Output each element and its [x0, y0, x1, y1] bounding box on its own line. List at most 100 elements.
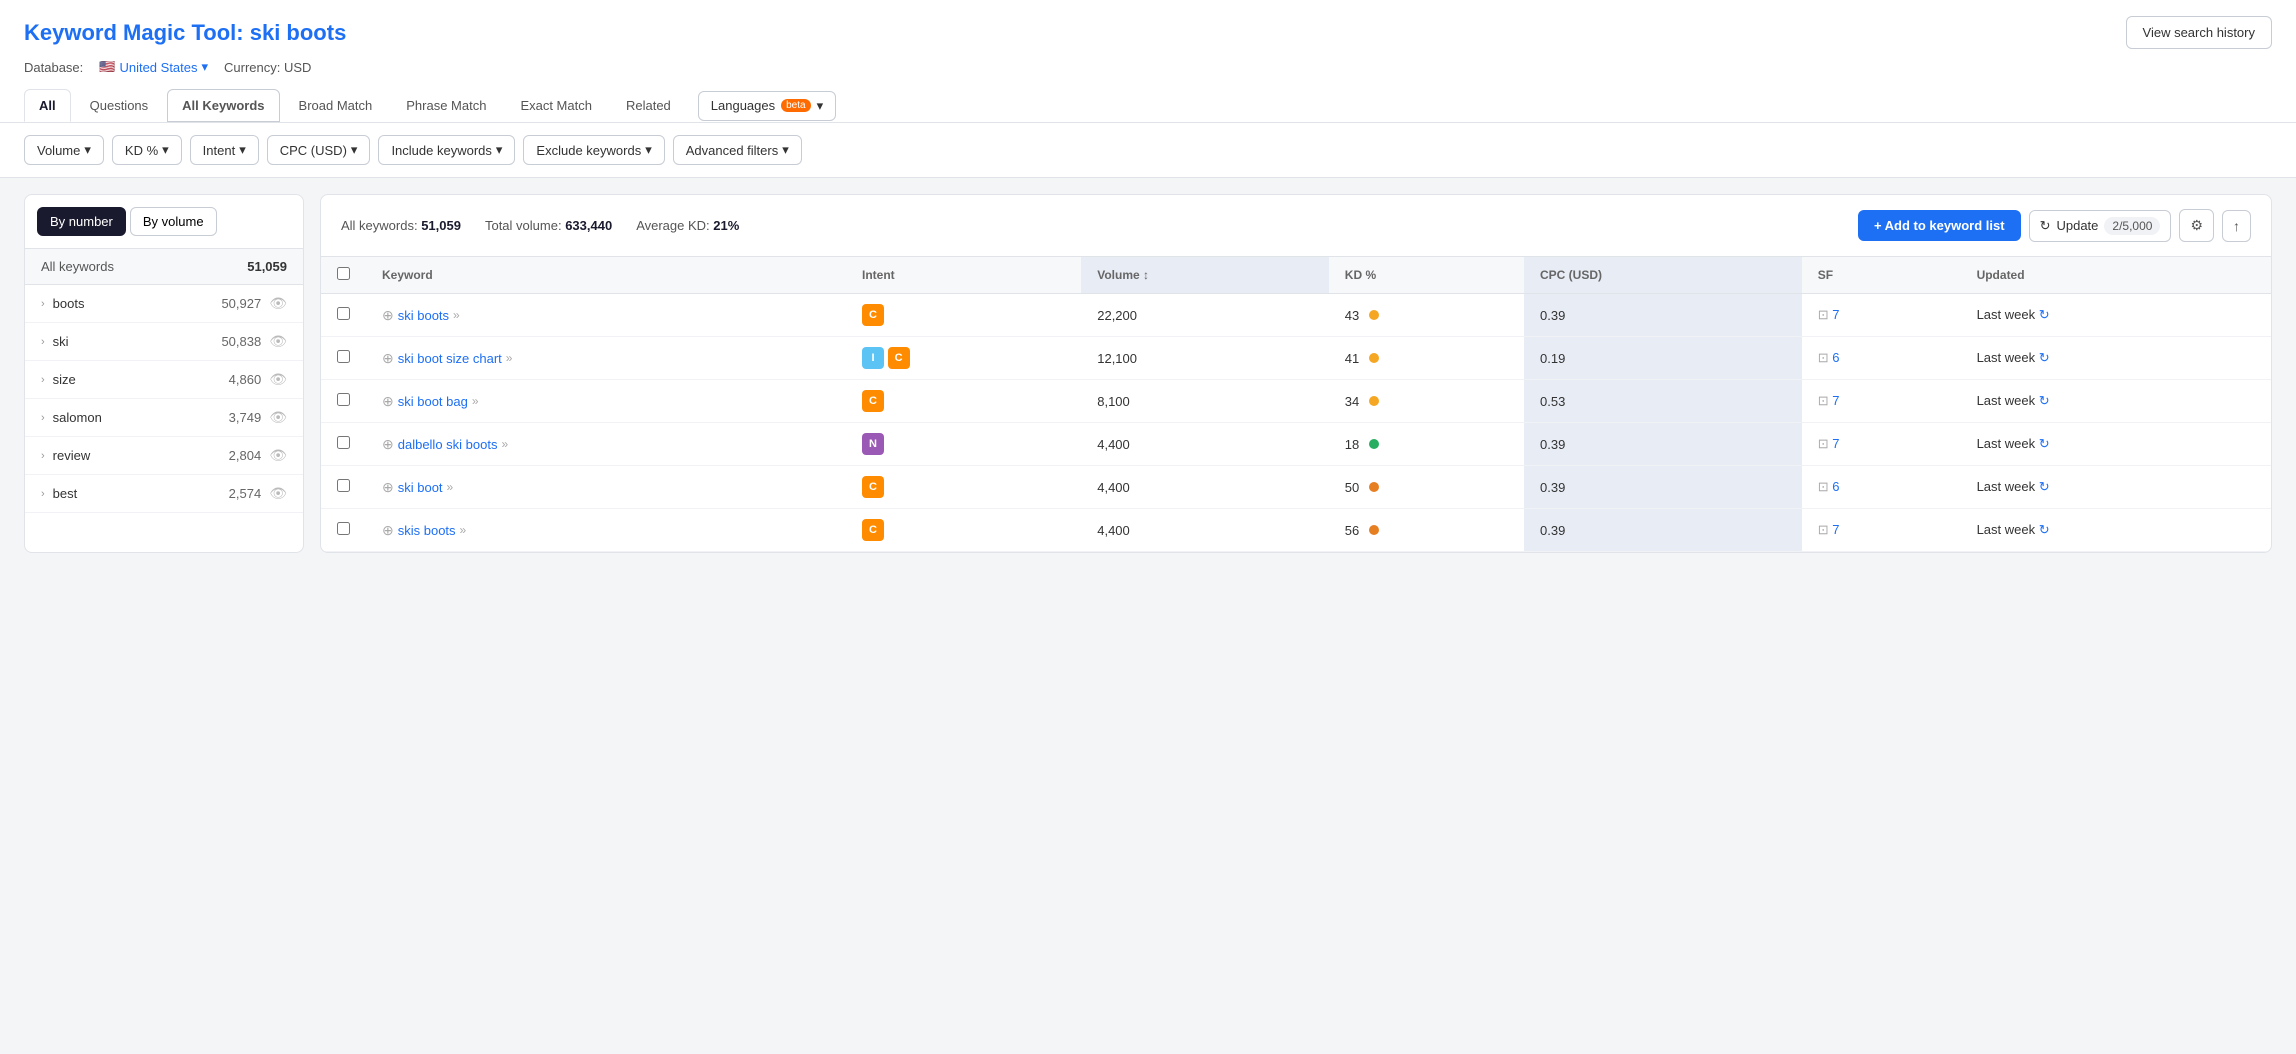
sf-column-header[interactable]: SF — [1802, 257, 1961, 294]
arrow-icon: » — [472, 394, 479, 408]
serp-icon[interactable]: ⊡ — [1818, 522, 1829, 537]
select-all-checkbox[interactable] — [337, 267, 350, 280]
currency-label: Currency: USD — [224, 60, 311, 75]
update-button[interactable]: ↻ Update 2/5,000 — [2029, 210, 2172, 242]
include-keywords-filter[interactable]: Include keywords ▾ — [378, 135, 515, 165]
sf-link[interactable]: 6 — [1832, 479, 1839, 494]
advanced-filters-button[interactable]: Advanced filters ▾ — [673, 135, 802, 165]
refresh-icon[interactable]: ↻ — [2039, 479, 2050, 494]
serp-icon[interactable]: ⊡ — [1818, 393, 1829, 408]
serp-icon[interactable]: ⊡ — [1818, 436, 1829, 451]
plus-icon[interactable]: ⊕ — [382, 436, 394, 453]
eye-icon[interactable]: 👁 — [269, 485, 287, 502]
keyword-column-header[interactable]: Keyword — [366, 257, 846, 294]
refresh-icon[interactable]: ↻ — [2039, 436, 2050, 451]
sort-by-volume-button[interactable]: By volume — [130, 207, 217, 236]
intent-filter[interactable]: Intent ▾ — [190, 135, 259, 165]
row-checkbox-cell[interactable] — [321, 509, 366, 552]
refresh-icon[interactable]: ↻ — [2039, 350, 2050, 365]
eye-icon[interactable]: 👁 — [269, 295, 287, 312]
plus-icon[interactable]: ⊕ — [382, 307, 394, 324]
keyword-link[interactable]: ⊕ skis boots » — [382, 522, 830, 539]
sf-link[interactable]: 7 — [1832, 307, 1839, 322]
tab-all[interactable]: All — [24, 89, 71, 122]
tab-questions[interactable]: Questions — [75, 89, 164, 122]
row-checkbox-cell[interactable] — [321, 380, 366, 423]
languages-button[interactable]: Languages beta ▾ — [698, 91, 836, 121]
tab-broad-match[interactable]: Broad Match — [284, 89, 388, 122]
plus-icon[interactable]: ⊕ — [382, 393, 394, 410]
keyword-link[interactable]: ⊕ dalbello ski boots » — [382, 436, 830, 453]
database-selector[interactable]: 🇺🇸 United States ▾ — [99, 59, 208, 75]
cpc-filter[interactable]: CPC (USD) ▾ — [267, 135, 371, 165]
keyword-link[interactable]: ⊕ ski boot bag » — [382, 393, 830, 410]
list-item[interactable]: › ski 50,838 👁 — [25, 323, 303, 361]
sidebar-count: 2,574 — [229, 486, 262, 501]
select-all-checkbox-header[interactable] — [321, 257, 366, 294]
row-checkbox-cell[interactable] — [321, 337, 366, 380]
row-checkbox[interactable] — [337, 522, 350, 535]
sf-link[interactable]: 6 — [1832, 350, 1839, 365]
view-history-button[interactable]: View search history — [2126, 16, 2272, 49]
add-to-keyword-list-button[interactable]: + Add to keyword list — [1858, 210, 2021, 241]
row-checkbox[interactable] — [337, 307, 350, 320]
eye-icon[interactable]: 👁 — [269, 447, 287, 464]
kd-dot — [1369, 396, 1379, 406]
refresh-icon[interactable]: ↻ — [2039, 522, 2050, 537]
plus-icon[interactable]: ⊕ — [382, 522, 394, 539]
tab-all-keywords[interactable]: All Keywords — [167, 89, 279, 122]
sf-link[interactable]: 7 — [1832, 393, 1839, 408]
keyword-link[interactable]: ⊕ ski boot » — [382, 479, 830, 496]
volume-filter[interactable]: Volume ▾ — [24, 135, 104, 165]
plus-icon[interactable]: ⊕ — [382, 350, 394, 367]
row-checkbox[interactable] — [337, 479, 350, 492]
avg-kd-stat: Average KD: 21% — [636, 218, 739, 233]
serp-icon[interactable]: ⊡ — [1818, 479, 1829, 494]
row-checkbox-cell[interactable] — [321, 423, 366, 466]
list-item[interactable]: › size 4,860 👁 — [25, 361, 303, 399]
chevron-down-icon: ▾ — [351, 142, 358, 158]
intent-cell: I C — [846, 337, 1081, 380]
tab-related[interactable]: Related — [611, 89, 686, 122]
refresh-icon[interactable]: ↻ — [2039, 393, 2050, 408]
serp-icon[interactable]: ⊡ — [1818, 350, 1829, 365]
chevron-down-icon: ▾ — [162, 142, 169, 158]
row-checkbox[interactable] — [337, 436, 350, 449]
kd-cell: 50 — [1329, 466, 1524, 509]
row-checkbox-cell[interactable] — [321, 294, 366, 337]
exclude-keywords-filter[interactable]: Exclude keywords ▾ — [523, 135, 664, 165]
cpc-column-header[interactable]: CPC (USD) — [1524, 257, 1802, 294]
serp-icon[interactable]: ⊡ — [1818, 307, 1829, 322]
updated-column-header[interactable]: Updated — [1961, 257, 2271, 294]
sf-link[interactable]: 7 — [1832, 436, 1839, 451]
row-checkbox[interactable] — [337, 393, 350, 406]
list-item[interactable]: › review 2,804 👁 — [25, 437, 303, 475]
intent-badge-i: I — [862, 347, 884, 369]
refresh-icon[interactable]: ↻ — [2039, 307, 2050, 322]
eye-icon[interactable]: 👁 — [269, 409, 287, 426]
intent-column-header[interactable]: Intent — [846, 257, 1081, 294]
tab-exact-match[interactable]: Exact Match — [505, 89, 607, 122]
list-item[interactable]: › best 2,574 👁 — [25, 475, 303, 513]
row-checkbox-cell[interactable] — [321, 466, 366, 509]
plus-icon[interactable]: ⊕ — [382, 479, 394, 496]
kd-filter[interactable]: KD % ▾ — [112, 135, 182, 165]
row-checkbox[interactable] — [337, 350, 350, 363]
cpc-cell: 0.39 — [1524, 466, 1802, 509]
keyword-link[interactable]: ⊕ ski boot size chart » — [382, 350, 830, 367]
sort-by-number-button[interactable]: By number — [37, 207, 126, 236]
volume-column-header[interactable]: Volume ↕ — [1081, 257, 1329, 294]
sf-link[interactable]: 7 — [1832, 522, 1839, 537]
eye-icon[interactable]: 👁 — [269, 333, 287, 350]
intent-badge-n: N — [862, 433, 884, 455]
settings-button[interactable]: ⚙ — [2179, 209, 2214, 242]
eye-icon[interactable]: 👁 — [269, 371, 287, 388]
keyword-link[interactable]: ⊕ ski boots » — [382, 307, 830, 324]
export-button[interactable]: ↑ — [2222, 210, 2251, 242]
all-keywords-count: 51,059 — [247, 259, 287, 274]
list-item[interactable]: › salomon 3,749 👁 — [25, 399, 303, 437]
list-item[interactable]: › boots 50,927 👁 — [25, 285, 303, 323]
kd-column-header[interactable]: KD % — [1329, 257, 1524, 294]
tab-phrase-match[interactable]: Phrase Match — [391, 89, 501, 122]
kd-cell: 18 — [1329, 423, 1524, 466]
